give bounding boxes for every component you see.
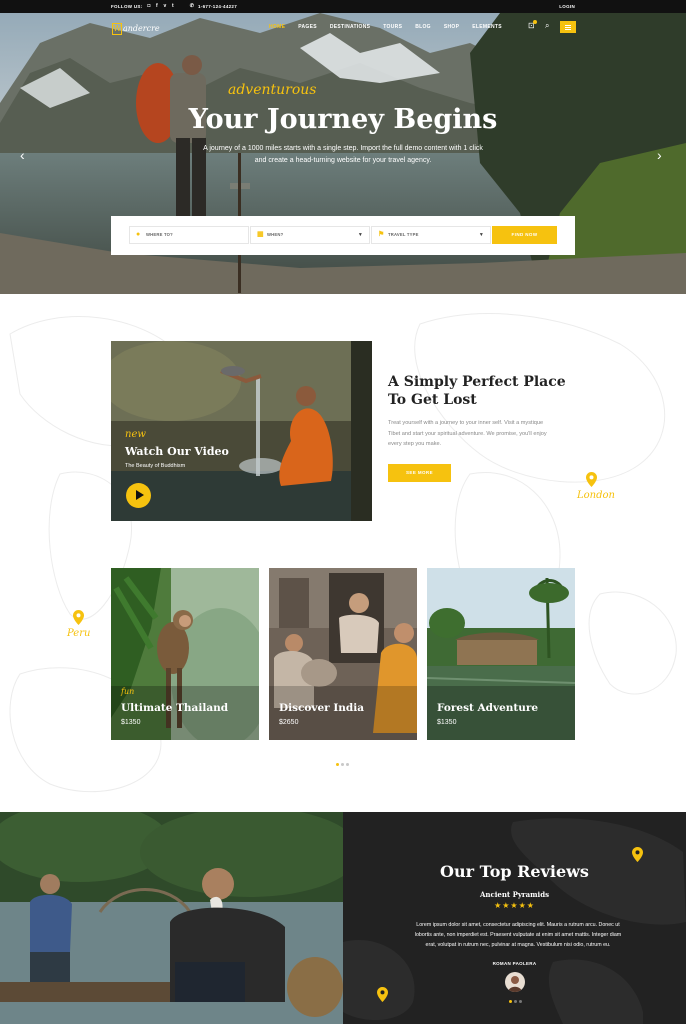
video-tag: new: [125, 429, 146, 440]
login-link[interactable]: LOGIN: [559, 4, 575, 9]
carousel-dot[interactable]: [336, 763, 339, 766]
facebook-icon[interactable]: f: [154, 3, 160, 9]
tour-title: Ultimate Thailand: [121, 702, 229, 714]
main-navigation: W andercre HOME PAGES DESTINATIONS TOURS…: [0, 13, 686, 43]
hero-title: Your Journey Begins: [188, 104, 498, 135]
top-bar: FOLLOW US: ◘ f v t ✆ 1-677-124-44227 LOG…: [0, 0, 686, 13]
tour-card[interactable]: fun Ultimate Thailand $1350: [111, 568, 259, 740]
video-title: Watch Our Video: [125, 445, 229, 458]
nav-item-home[interactable]: HOME: [269, 24, 285, 30]
hero-subtitle-line-2: and create a head-turning website for yo…: [254, 157, 432, 164]
video-subtitle: The Beauty of Buddhism: [125, 463, 186, 469]
calendar-icon: ▦: [257, 231, 264, 238]
site-logo[interactable]: W andercre: [112, 22, 160, 35]
search-icon[interactable]: ⌕: [545, 21, 549, 31]
fishermen-photo: [0, 812, 343, 1024]
travel-type-select[interactable]: ⚑ TRAVEL TYPE ▼: [371, 226, 491, 244]
logo-text: andercre: [123, 24, 160, 33]
tour-card[interactable]: Forest Adventure $1350: [427, 568, 575, 740]
india-sadhu-photo: [269, 568, 417, 740]
nav-item-destinations[interactable]: DESTINATIONS: [330, 24, 370, 30]
star-rating: ★★★★★: [494, 901, 535, 910]
see-more-button[interactable]: SEE MORE: [388, 464, 451, 482]
reviews-section: Our Top Reviews Ancient Pyramids ★★★★★ L…: [343, 812, 686, 1024]
tumblr-icon[interactable]: t: [170, 3, 176, 9]
tour-card[interactable]: Discover India $2650: [269, 568, 417, 740]
cart-count-dot: [533, 20, 537, 24]
review-subject: Ancient Pyramids: [479, 890, 550, 899]
when-field[interactable]: ▦ WHEN? ▼: [250, 226, 370, 244]
avatar-image: [508, 976, 522, 992]
tour-title: Discover India: [279, 702, 365, 714]
intro-heading-line-1: A Simply Perfect Place: [388, 374, 566, 390]
intro-heading: A Simply Perfect Place To Get Lost: [388, 373, 578, 409]
video-card[interactable]: new Watch Our Video The Beauty of Buddhi…: [111, 341, 372, 521]
carousel-dot[interactable]: [341, 763, 344, 766]
nav-item-elements[interactable]: ELEMENTS: [472, 24, 502, 30]
map-pin-icon: [73, 610, 84, 625]
carousel-dot[interactable]: [514, 1000, 517, 1003]
tours-carousel-dots: [336, 763, 349, 766]
dark-world-map: [343, 818, 686, 1024]
instagram-icon[interactable]: ◘: [146, 3, 152, 9]
reviews-carousel-dots: [509, 1000, 522, 1003]
when-placeholder: WHEN?: [267, 232, 284, 237]
nav-item-blog[interactable]: BLOG: [415, 24, 431, 30]
fishermen-image: [0, 812, 343, 1024]
avatar: [505, 972, 525, 992]
where-placeholder: WHERE TO?: [146, 232, 173, 237]
map-pin-icon: [377, 987, 388, 1002]
vimeo-icon[interactable]: v: [162, 3, 168, 9]
reviewer-name: ROMAN PAOLERA: [492, 961, 537, 966]
tour-price: $1350: [121, 719, 141, 726]
map-label-peru: Peru: [67, 628, 91, 639]
find-now-button[interactable]: FIND NOW: [492, 226, 557, 244]
page: FOLLOW US: ◘ f v t ✆ 1-677-124-44227 LOG…: [0, 0, 686, 1024]
play-icon: [136, 490, 144, 500]
hero-section: W andercre HOME PAGES DESTINATIONS TOURS…: [0, 13, 686, 294]
chevron-down-icon: ▼: [357, 232, 363, 238]
tour-search-form: ● WHERE TO? ▦ WHEN? ▼ ⚑ TRAVEL TYPE ▼ FI…: [111, 216, 575, 255]
nav-item-tours[interactable]: TOURS: [383, 24, 402, 30]
review-text: Lorem ipsum dolor sit amet, consectetur …: [414, 922, 622, 948]
phone-icon: ✆: [189, 3, 195, 9]
tour-price: $2650: [279, 719, 299, 726]
map-pin-icon: [632, 847, 643, 862]
chevron-down-icon: ▼: [478, 232, 484, 238]
flag-icon: ⚑: [378, 231, 385, 238]
tour-price: $1350: [437, 719, 457, 726]
map-pin-icon: [586, 472, 597, 487]
nav-item-shop[interactable]: SHOP: [444, 24, 459, 30]
map-label-london: London: [577, 490, 615, 501]
cart-icon[interactable]: ⊡: [528, 20, 537, 30]
hero-subtitle-line-1: A journey of a 1000 miles starts with a …: [203, 145, 483, 152]
tour-tag: fun: [121, 687, 135, 696]
location-pin-icon: ●: [136, 231, 141, 238]
slider-next-arrow-icon[interactable]: ›: [657, 147, 662, 163]
carousel-dot[interactable]: [519, 1000, 522, 1003]
hero-script-text: adventurous: [228, 82, 317, 98]
menu-toggle-button[interactable]: [560, 21, 576, 33]
intro-heading-line-2: To Get Lost: [388, 392, 477, 408]
where-field[interactable]: ● WHERE TO?: [129, 226, 249, 244]
logo-mark: W: [112, 22, 122, 35]
carousel-dot[interactable]: [509, 1000, 512, 1003]
follow-us-label: FOLLOW US:: [111, 4, 143, 9]
phone-number[interactable]: 1-677-124-44227: [198, 4, 237, 9]
carousel-dot[interactable]: [346, 763, 349, 766]
travel-type-placeholder: TRAVEL TYPE: [388, 232, 419, 237]
reviews-title: Our Top Reviews: [440, 862, 589, 881]
tour-title: Forest Adventure: [437, 702, 539, 714]
thailand-monkey-photo: [111, 568, 259, 740]
hero-subtitle: A journey of a 1000 miles starts with a …: [185, 143, 501, 167]
nav-item-pages[interactable]: PAGES: [298, 24, 317, 30]
play-button[interactable]: [126, 483, 151, 508]
intro-text: Treat yourself with a journey to your in…: [388, 420, 547, 447]
nav-menu: HOME PAGES DESTINATIONS TOURS BLOG SHOP …: [269, 24, 502, 30]
forest-houseboat-photo: [427, 568, 575, 740]
slider-prev-arrow-icon[interactable]: ‹: [20, 147, 25, 163]
